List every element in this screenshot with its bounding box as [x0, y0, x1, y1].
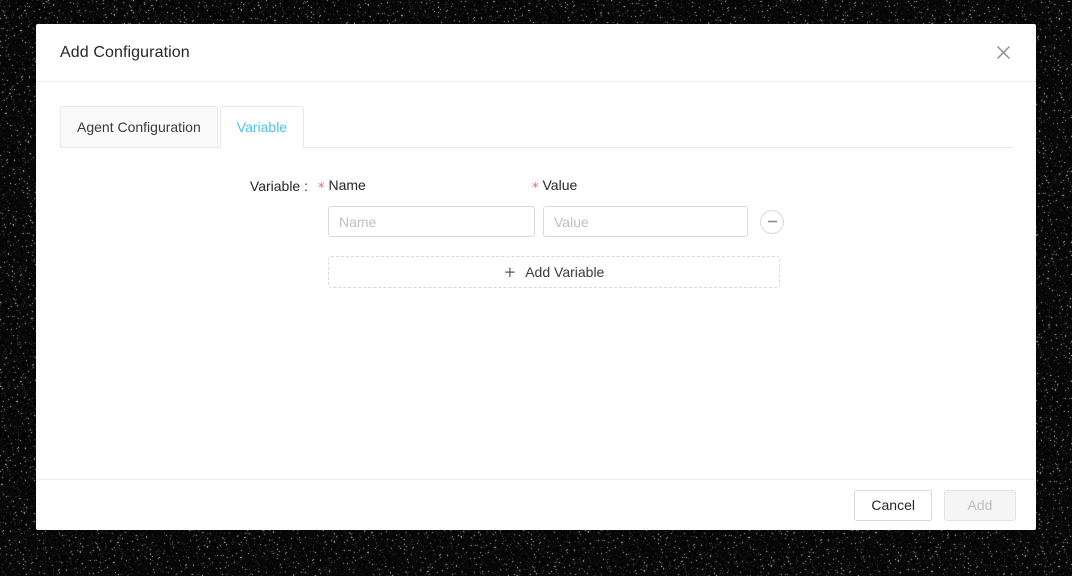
column-header-name-label: Name — [328, 177, 366, 193]
column-header-value-label: Value — [542, 177, 578, 193]
column-header-name: * Name — [318, 177, 532, 196]
variable-name-input[interactable] — [328, 206, 535, 237]
add-variable-button[interactable]: + Add Variable — [328, 256, 780, 288]
plus-icon: + — [503, 262, 517, 281]
tab-agent-configuration[interactable]: Agent Configuration — [60, 106, 218, 148]
variable-form: Variable : * Name * Value Name Value + A… — [60, 148, 1012, 288]
add-configuration-dialog: Add Configuration Agent Configuration Va… — [36, 24, 1036, 530]
close-icon[interactable] — [986, 36, 1020, 70]
add-variable-row: + Add Variable — [60, 256, 1012, 288]
required-asterisk-name: * — [318, 181, 325, 196]
dialog-header: Add Configuration — [36, 24, 1036, 82]
add-row-spacer — [60, 256, 328, 288]
dialog-footer: Cancel Add — [36, 479, 1036, 530]
minus-circle-icon[interactable] — [760, 209, 784, 234]
tab-agent-configuration-label: Agent Configuration — [77, 119, 201, 135]
dialog-body: Agent Configuration Variable Variable : … — [36, 82, 1036, 479]
variable-row — [60, 206, 1012, 237]
tab-variable[interactable]: Variable — [219, 106, 305, 148]
tab-bar: Agent Configuration Variable — [60, 106, 1012, 148]
column-header-value: * Value — [532, 177, 746, 196]
dialog-title: Add Configuration — [60, 43, 190, 61]
cancel-button[interactable]: Cancel — [854, 489, 932, 521]
add-variable-label: Add Variable — [525, 264, 605, 280]
add-button[interactable]: Add — [944, 489, 1016, 521]
required-asterisk-value: * — [532, 181, 539, 196]
variable-value-input[interactable] — [543, 206, 748, 237]
tab-variable-label: Variable — [236, 119, 288, 135]
variable-section-label: Variable : — [249, 177, 308, 194]
variable-headers-row: Variable : * Name * Value — [60, 177, 1012, 196]
